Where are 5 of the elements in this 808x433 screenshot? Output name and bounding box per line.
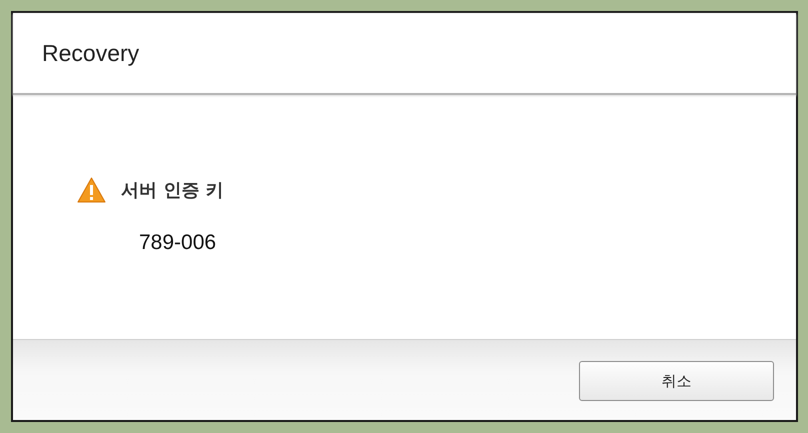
cancel-button[interactable]: 취소 — [579, 361, 774, 401]
message-heading: 서버 인증 키 — [121, 179, 224, 202]
server-key-code: 789-006 — [139, 231, 216, 255]
window-title: Recovery — [42, 40, 140, 66]
warning-icon — [77, 177, 106, 203]
